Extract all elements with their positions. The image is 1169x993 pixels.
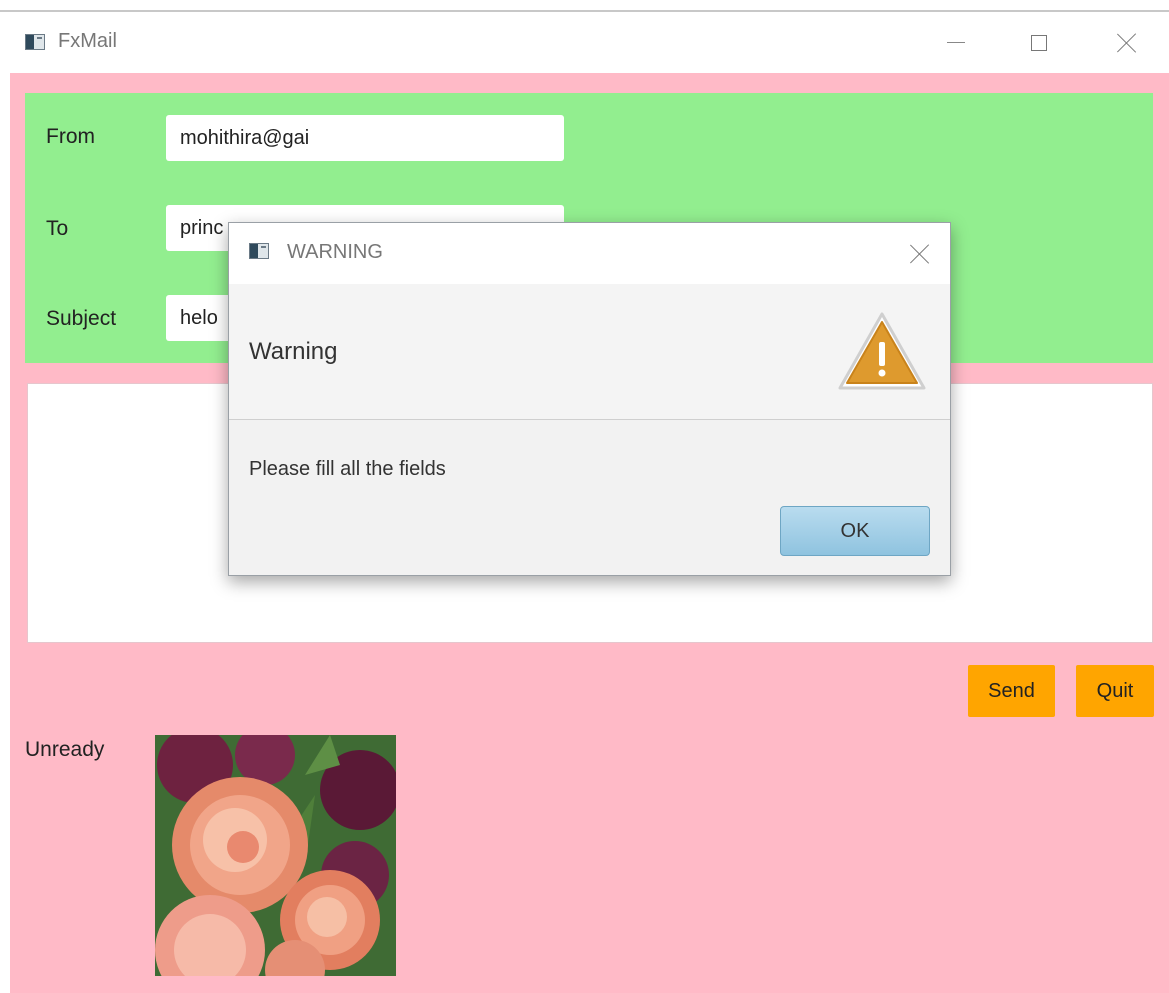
- app-window-icon: [25, 34, 45, 50]
- flower-photo-graphic: [155, 735, 396, 976]
- status-label: Unready: [25, 738, 105, 761]
- dialog-title-bar[interactable]: WARNING: [229, 223, 950, 284]
- ok-button[interactable]: OK: [780, 506, 930, 556]
- subject-label: Subject: [46, 307, 117, 330]
- to-label: To: [46, 217, 69, 240]
- close-button[interactable]: [1097, 12, 1157, 73]
- minimize-button[interactable]: [926, 12, 986, 73]
- window-title: FxMail: [58, 30, 117, 52]
- close-icon: [910, 244, 930, 264]
- dialog-header-text: Warning: [249, 338, 338, 365]
- title-bar[interactable]: FxMail: [0, 12, 1169, 73]
- warning-icon: [838, 312, 926, 390]
- maximize-icon: [1031, 34, 1047, 51]
- dialog-title: WARNING: [287, 241, 383, 263]
- from-field[interactable]: mohithira@gai: [166, 115, 564, 161]
- maximize-button[interactable]: [1009, 12, 1069, 73]
- dialog-close-button[interactable]: [890, 223, 950, 284]
- flower-image: [155, 735, 396, 976]
- send-button[interactable]: Send: [968, 665, 1055, 717]
- quit-button[interactable]: Quit: [1076, 665, 1154, 717]
- minimize-icon: [947, 42, 965, 43]
- from-label: From: [46, 125, 95, 148]
- dialog-window-icon: [249, 243, 269, 259]
- close-icon: [1117, 33, 1137, 53]
- dialog-message: Please fill all the fields: [249, 458, 446, 480]
- warning-dialog: WARNING Warning Please fill all the fiel…: [228, 222, 951, 576]
- dialog-header: Warning: [229, 284, 950, 420]
